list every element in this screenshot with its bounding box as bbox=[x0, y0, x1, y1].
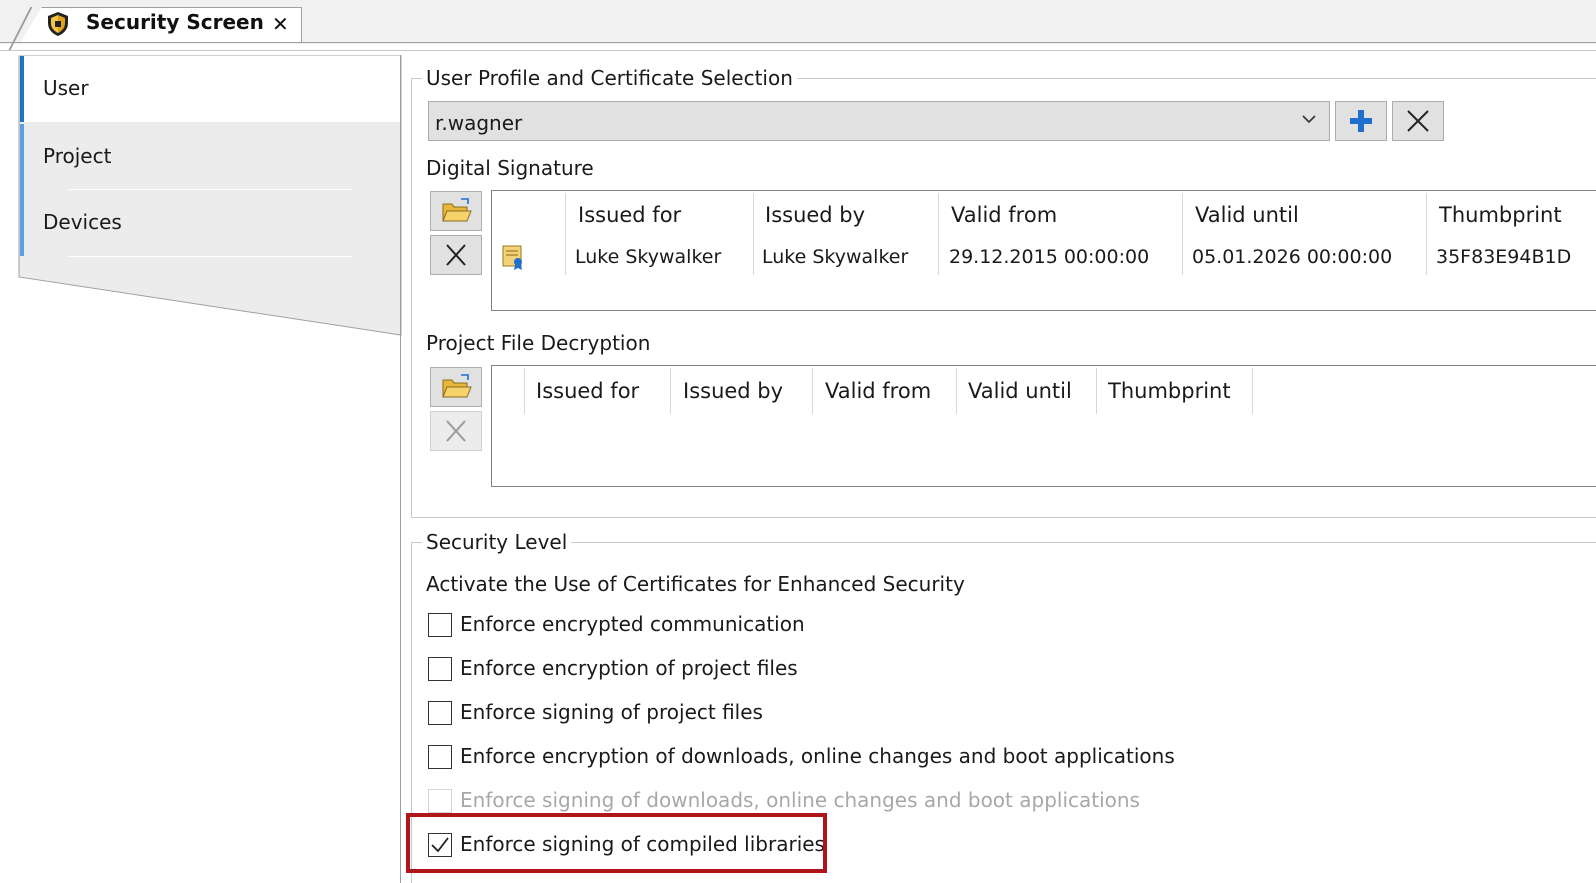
section-title-digital-signature: Digital Signature bbox=[422, 156, 598, 180]
nav-divider bbox=[400, 55, 401, 883]
nav-item-label: Project bbox=[43, 144, 112, 168]
checkbox-enforce-encryption-project-files[interactable] bbox=[428, 657, 452, 681]
column-separator bbox=[956, 368, 957, 414]
column-separator bbox=[1252, 368, 1253, 414]
column-separator bbox=[670, 368, 671, 414]
close-icon bbox=[446, 420, 466, 442]
column-header-valid-from[interactable]: Valid from bbox=[951, 203, 1057, 227]
cell-thumbprint: 35F83E94B1D bbox=[1436, 246, 1572, 268]
user-profile-combobox[interactable]: r.wagner bbox=[428, 101, 1330, 141]
nav-item-project[interactable]: Project bbox=[20, 124, 400, 190]
nav-item-user[interactable]: User bbox=[20, 56, 400, 122]
close-icon[interactable]: ✕ bbox=[272, 13, 289, 35]
checkbox-enforce-signing-project-files[interactable] bbox=[428, 701, 452, 725]
folder-open-icon bbox=[442, 374, 472, 398]
remove-certificate-button[interactable] bbox=[430, 235, 482, 275]
column-header-issued-for[interactable]: Issued for bbox=[536, 379, 639, 403]
editor-tab-title: Security Screen bbox=[86, 10, 264, 34]
checkbox-enforce-signing-downloads[interactable] bbox=[428, 789, 452, 813]
column-header-valid-until[interactable]: Valid until bbox=[968, 379, 1072, 403]
nav-separator bbox=[68, 256, 352, 257]
nav-item-devices[interactable]: Devices bbox=[20, 190, 400, 256]
group-border-top bbox=[411, 542, 1596, 543]
cell-issued-for: Luke Skywalker bbox=[575, 246, 722, 268]
column-separator bbox=[812, 368, 813, 414]
column-header-valid-from[interactable]: Valid from bbox=[825, 379, 931, 403]
nav-item-label: User bbox=[43, 76, 89, 100]
combobox-value: r.wagner bbox=[435, 111, 523, 135]
plus-icon bbox=[1350, 110, 1372, 132]
import-decryption-certificate-button[interactable] bbox=[430, 367, 482, 407]
group-border-left bbox=[411, 78, 412, 517]
cell-issued-by: Luke Skywalker bbox=[762, 246, 909, 268]
import-certificate-button[interactable] bbox=[430, 191, 482, 231]
group-title-profile: User Profile and Certificate Selection bbox=[422, 66, 797, 90]
nav-item-label: Devices bbox=[43, 210, 122, 234]
section-title-project-file-decryption: Project File Decryption bbox=[422, 331, 655, 355]
remove-decryption-certificate-button[interactable] bbox=[430, 411, 482, 451]
close-icon bbox=[1407, 110, 1429, 132]
column-header-issued-by[interactable]: Issued by bbox=[683, 379, 783, 403]
folder-open-icon bbox=[442, 198, 472, 222]
shield-icon bbox=[48, 12, 68, 36]
checkbox-label[interactable]: Enforce encryption of project files bbox=[460, 656, 798, 680]
column-header-issued-by[interactable]: Issued by bbox=[765, 203, 865, 227]
chevron-down-icon[interactable] bbox=[1302, 112, 1316, 126]
remove-profile-button[interactable] bbox=[1392, 101, 1444, 141]
checkbox-label[interactable]: Enforce signing of downloads, online cha… bbox=[460, 788, 1140, 812]
checkbox-label[interactable]: Enforce encryption of downloads, online … bbox=[460, 744, 1175, 768]
column-header-thumbprint[interactable]: Thumbprint bbox=[1439, 203, 1562, 227]
column-header-valid-until[interactable]: Valid until bbox=[1195, 203, 1299, 227]
checkbox-enforce-encryption-downloads[interactable] bbox=[428, 745, 452, 769]
certificate-icon bbox=[502, 245, 522, 270]
close-icon bbox=[446, 244, 466, 266]
column-header-thumbprint[interactable]: Thumbprint bbox=[1108, 379, 1231, 403]
cell-valid-from: 29.12.2015 00:00:00 bbox=[949, 246, 1150, 268]
group-title-security-level: Security Level bbox=[422, 530, 572, 554]
column-separator bbox=[1096, 368, 1097, 414]
add-profile-button[interactable] bbox=[1335, 101, 1387, 141]
group-border-bottom bbox=[411, 517, 1596, 518]
tabstrip-border bbox=[0, 42, 1596, 43]
column-separator bbox=[524, 368, 525, 414]
cell-valid-until: 05.01.2026 00:00:00 bbox=[1192, 246, 1393, 268]
content-top-border bbox=[0, 50, 1596, 51]
highlight-box bbox=[406, 813, 827, 873]
column-header-issued-for[interactable]: Issued for bbox=[578, 203, 681, 227]
checkbox-enforce-encrypted-communication[interactable] bbox=[428, 613, 452, 637]
checkbox-label[interactable]: Enforce signing of project files bbox=[460, 700, 763, 724]
security-level-subtitle: Activate the Use of Certificates for Enh… bbox=[426, 572, 965, 596]
checkbox-label[interactable]: Enforce encrypted communication bbox=[460, 612, 805, 636]
